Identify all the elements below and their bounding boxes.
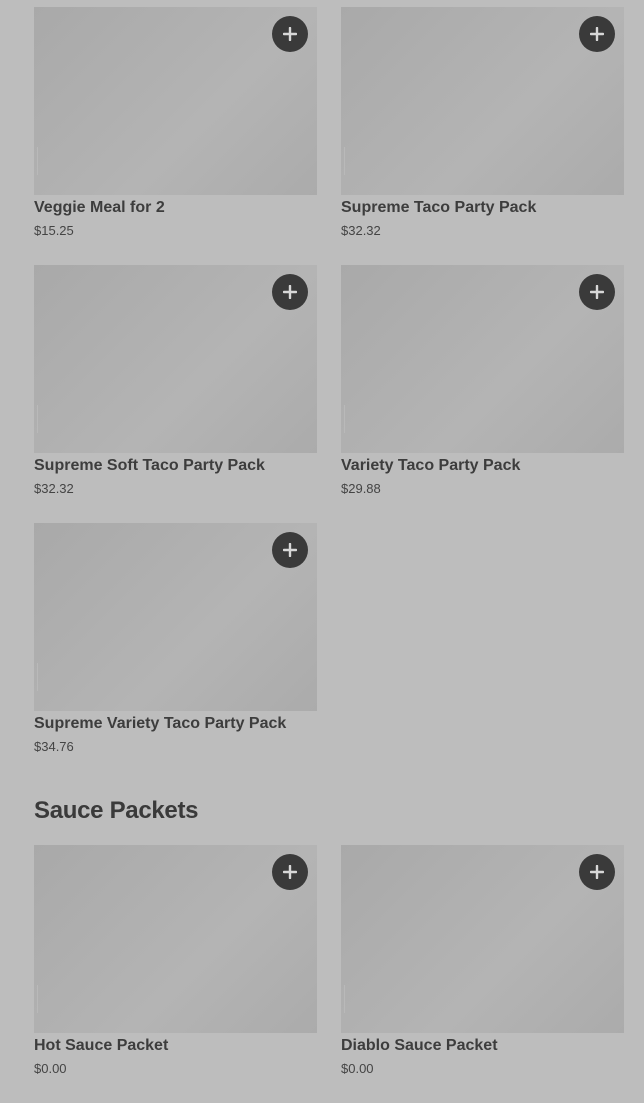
section-title-sauce-packets: Sauce Packets	[34, 797, 199, 824]
add-to-cart-button[interactable]	[272, 274, 308, 310]
plus-icon	[590, 27, 604, 41]
plus-icon	[590, 285, 604, 299]
menu-item-name[interactable]: Supreme Variety Taco Party Pack	[34, 715, 286, 733]
menu-item-name[interactable]: Supreme Soft Taco Party Pack	[34, 457, 265, 475]
menu-item-card[interactable]: Supreme Variety Taco Party Pack $34.76	[34, 523, 317, 781]
menu-item-name[interactable]: Veggie Meal for 2	[34, 199, 165, 217]
add-to-cart-button[interactable]	[579, 854, 615, 890]
menu-item-price: $32.32	[341, 223, 381, 238]
menu-item-name[interactable]: Diablo Sauce Packet	[341, 1037, 498, 1055]
menu-item-card[interactable]: Diablo Sauce Packet $0.00	[341, 845, 624, 1103]
menu-item-price: $29.88	[341, 481, 381, 496]
menu-item-price: $32.32	[34, 481, 74, 496]
add-to-cart-button[interactable]	[272, 16, 308, 52]
add-to-cart-button[interactable]	[579, 16, 615, 52]
add-to-cart-button[interactable]	[272, 532, 308, 568]
plus-icon	[590, 865, 604, 879]
party-pack-grid: Veggie Meal for 2 $15.25 Supreme Taco Pa…	[34, 7, 624, 781]
plus-icon	[283, 865, 297, 879]
menu-item-name[interactable]: Variety Taco Party Pack	[341, 457, 520, 475]
menu-item-price: $15.25	[34, 223, 74, 238]
menu-item-name[interactable]: Supreme Taco Party Pack	[341, 199, 536, 217]
plus-icon	[283, 285, 297, 299]
menu-item-card[interactable]: Supreme Taco Party Pack $32.32	[341, 7, 624, 265]
menu-item-price: $0.00	[34, 1061, 67, 1076]
add-to-cart-button[interactable]	[579, 274, 615, 310]
menu-item-card[interactable]: Variety Taco Party Pack $29.88	[341, 265, 624, 523]
menu-item-name[interactable]: Hot Sauce Packet	[34, 1037, 168, 1055]
menu-item-price: $34.76	[34, 739, 74, 754]
add-to-cart-button[interactable]	[272, 854, 308, 890]
plus-icon	[283, 543, 297, 557]
menu-item-card[interactable]: Hot Sauce Packet $0.00	[34, 845, 317, 1103]
plus-icon	[283, 27, 297, 41]
menu-item-card[interactable]: Veggie Meal for 2 $15.25	[34, 7, 317, 265]
menu-item-card[interactable]: Supreme Soft Taco Party Pack $32.32	[34, 265, 317, 523]
menu-item-price: $0.00	[341, 1061, 374, 1076]
sauce-packet-grid: Hot Sauce Packet $0.00 Diablo Sauce Pack…	[34, 845, 624, 1103]
